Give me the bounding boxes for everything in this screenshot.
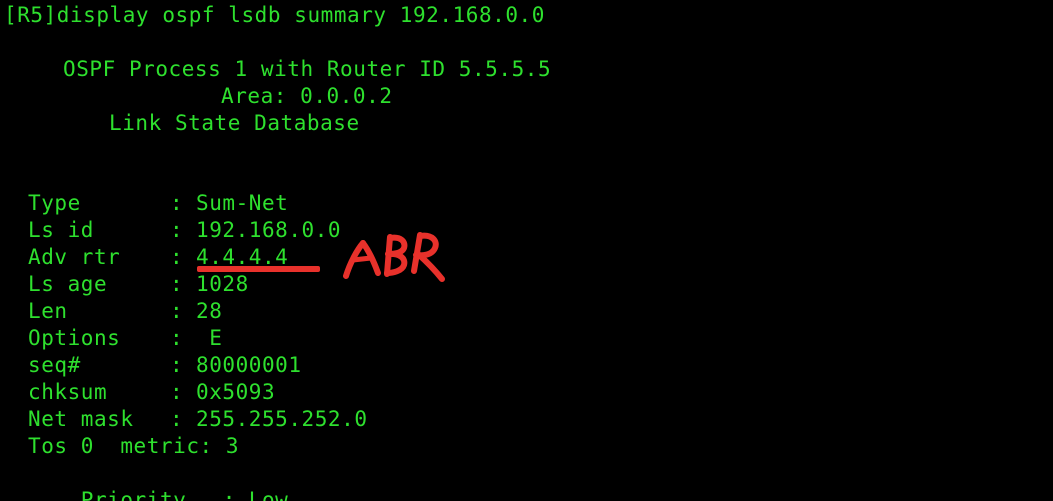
command-prompt-line: [R5]display ospf lsdb summary 192.168.0.… [4,3,545,27]
priority-colon: : [222,488,236,501]
lsa-field-colon: : [170,380,184,404]
priority-row: Priority: Low [28,460,288,501]
priority-label: Priority [80,488,187,501]
ospf-process-header: OSPF Process 1 with Router ID 5.5.5.5 [63,57,552,81]
lsa-field-value: E [196,326,223,350]
lsa-field-row: Ls age:1028 [28,271,249,298]
lsa-field-value: Sum-Net [196,191,289,215]
lsa-field-colon: : [170,218,184,242]
lsa-field-label: Ls age [28,272,108,296]
lsa-field-colon: : [170,191,184,215]
lsa-field-label: Net mask [28,407,134,431]
lsa-field-row: Type: Sum-Net [28,190,288,217]
lsa-field-label: Adv rtr [28,245,121,269]
lsa-field-value: 255.255.252.0 [196,407,368,431]
priority-value: Low [248,488,289,501]
lsa-field-colon: : [170,299,184,323]
lsa-field-colon: : [170,245,184,269]
lsa-field-label: Ls id [28,218,94,242]
lsa-field-label: chksum [28,380,108,404]
abr-handwritten-annotation [338,229,450,283]
terminal-window[interactable]: [R5]display ospf lsdb summary 192.168.0.… [0,0,1053,501]
link-state-database-header: Link State Database [109,111,360,135]
lsa-field-row: chksum:0x5093 [28,379,275,406]
lsa-field-label: Type [28,191,81,215]
lsa-field-label: seq# [28,353,81,377]
lsa-field-colon: : [170,407,184,431]
lsa-field-colon: : [170,326,184,350]
lsa-field-value: 0x5093 [196,380,276,404]
lsa-field-value: 192.168.0.0 [196,218,342,242]
lsa-field-value: 80000001 [196,353,302,377]
lsa-field-row: Net mask:255.255.252.0 [28,406,368,433]
lsa-field-colon: : [170,272,184,296]
abr-ink-strokes [343,232,445,282]
lsa-field-label: Len [28,299,68,323]
lsa-field-value: 28 [196,299,223,323]
tos-metric-row: Tos 0 metric: 3 [28,434,240,458]
lsa-field-label: Options [28,326,121,350]
lsa-field-row: Ls id:192.168.0.0 [28,217,341,244]
lsa-field-colon: : [170,353,184,377]
lsa-field-value: 1028 [196,272,249,296]
lsa-field-row: Options: E [28,325,222,352]
lsa-field-row: seq#:80000001 [28,352,302,379]
adv-rtr-underline-annotation [197,266,320,272]
lsa-field-row: Len:28 [28,298,222,325]
ospf-area-header: Area: 0.0.0.2 [221,84,393,108]
